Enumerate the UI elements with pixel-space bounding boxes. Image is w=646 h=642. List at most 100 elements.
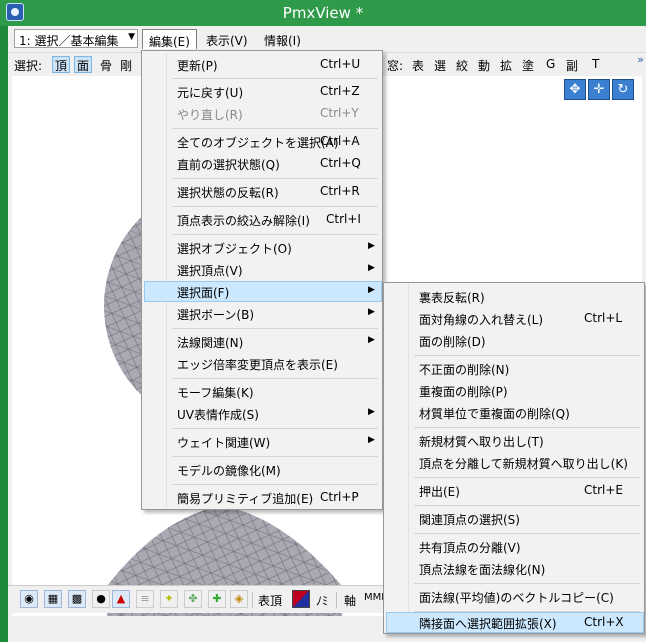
menu-item-label: 面法線(平均値)のベクトルコピー(C) [419, 591, 614, 605]
point-mode-icon[interactable]: ◉ [20, 590, 38, 608]
menu-separator [172, 378, 378, 379]
only-toggle[interactable]: ﾉﾐ [316, 592, 328, 609]
menu-item-label: 面の削除(D) [419, 335, 486, 349]
window-btn-group[interactable]: G [544, 56, 557, 73]
menu-info[interactable]: 情報(I) [258, 29, 307, 49]
menu-separator [414, 477, 640, 478]
menu-item-label: 材質単位で重複面の削除(Q) [419, 407, 570, 421]
menu-item-delete-duplicate-faces[interactable]: 重複面の削除(P) [386, 380, 642, 401]
menu-item-shortcut: Ctrl+Q [320, 156, 361, 170]
window-btn-sub[interactable]: 副 [564, 56, 580, 73]
show-vertex-toggle[interactable]: 表頂 [258, 592, 282, 609]
menu-item-redo[interactable]: やり直し(R) Ctrl+Y [144, 103, 380, 124]
menu-item-extrude[interactable]: 押出(E) Ctrl+E [386, 480, 642, 501]
rigid-display-icon[interactable]: ✤ [184, 590, 202, 608]
menu-item-selected-faces[interactable]: 選択面(F) ▶ [144, 281, 382, 302]
menu-item-copy-face-normal-vector[interactable]: 面法線(平均値)のベクトルコピー(C) [386, 586, 642, 607]
rotate-icon[interactable]: ↻ [612, 79, 634, 100]
toolbar-divider [252, 592, 253, 608]
select-bone-toggle[interactable]: 骨 [98, 56, 114, 73]
menu-item-add-primitive[interactable]: 簡易プリミティブ追加(E) Ctrl+P [144, 487, 380, 508]
select-label: 選択: [14, 59, 43, 73]
toolbar-overflow-icon[interactable]: » [637, 53, 644, 66]
menu-item-label: UV表情作成(S) [177, 408, 259, 422]
menu-item-refresh[interactable]: 更新(P) Ctrl+U [144, 54, 380, 75]
texture-display-icon[interactable]: ◈ [230, 590, 248, 608]
menu-item-shortcut: Ctrl+Z [320, 84, 360, 98]
menu-item-label: 面対角線の入れ替え(L) [419, 313, 544, 327]
menu-item-label: エッジ倍率変更頂点を表示(E) [177, 358, 338, 372]
menu-item-selected-bones[interactable]: 選択ボーン(B) ▶ [144, 303, 380, 324]
menu-item-invert-selection[interactable]: 選択状態の反転(R) Ctrl+R [144, 181, 380, 202]
select-rigid-toggle[interactable]: 剛 [118, 56, 134, 73]
menu-item-vertex-normal-to-face[interactable]: 頂点法線を面法線化(N) [386, 558, 642, 579]
toolbar-divider [336, 592, 337, 608]
joint-display-icon[interactable]: ✚ [208, 590, 226, 608]
menu-item-select-all[interactable]: 全てのオブジェクトを選択(A) Ctrl+A [144, 131, 380, 152]
menu-item-delete-faces[interactable]: 面の削除(D) [386, 330, 642, 351]
grid-mode-icon[interactable]: ▩ [68, 590, 86, 608]
menu-separator [172, 328, 378, 329]
menu-item-morph-edit[interactable]: モーフ編集(K) [144, 381, 380, 402]
menu-item-label: 選択状態の反転(R) [177, 186, 279, 200]
select-face-toggle[interactable]: 面 [74, 56, 93, 73]
submenu-arrow-icon: ▶ [368, 241, 375, 251]
window-btn-move[interactable]: 動 [476, 56, 492, 73]
menu-item-swap-diagonal[interactable]: 面対角線の入れ替え(L) Ctrl+L [386, 308, 642, 329]
bone-display-icon[interactable]: ✦ [160, 590, 178, 608]
menu-separator [172, 178, 378, 179]
color-swatch-icon[interactable] [292, 590, 310, 608]
submenu-arrow-icon: ▶ [368, 335, 375, 345]
menu-item-expand-to-adjacent-faces[interactable]: 隣接面へ選択範囲拡張(X) Ctrl+X [386, 612, 644, 633]
menu-separator [414, 533, 640, 534]
select-vertex-toggle[interactable]: 頂 [52, 56, 71, 73]
menu-item-label: 頂点表示の絞込み解除(I) [177, 214, 310, 228]
menu-item-shortcut: Ctrl+A [320, 134, 360, 148]
window-btn-morph[interactable]: 表 [410, 56, 426, 73]
menu-item-extract-new-material[interactable]: 新規材質へ取り出し(T) [386, 430, 642, 451]
window-btn-paint[interactable]: 塗 [520, 56, 536, 73]
window-btn-t[interactable]: T [590, 56, 601, 73]
menu-item-selected-vertices[interactable]: 選択頂点(V) ▶ [144, 259, 380, 280]
menu-item-weight[interactable]: ウェイト関連(W) ▶ [144, 431, 380, 452]
window-title: PmxView * [282, 4, 364, 22]
menu-item-label: モーフ編集(K) [177, 386, 254, 400]
menu-item-label: 選択面(F) [177, 286, 230, 300]
menu-item-shortcut: Ctrl+R [320, 184, 360, 198]
menu-item-delete-duplicates-per-material[interactable]: 材質単位で重複面の削除(Q) [386, 402, 642, 423]
menu-edit[interactable]: 編集(E) [142, 29, 197, 49]
triangle-icon[interactable]: ▲ [112, 590, 130, 608]
menu-item-selected-objects[interactable]: 選択オブジェクト(O) ▶ [144, 237, 380, 258]
menu-item-label: 裏表反転(R) [419, 291, 485, 305]
menu-item-label: 選択ボーン(B) [177, 308, 254, 322]
window-btn-scale[interactable]: 拡 [498, 56, 514, 73]
menu-item-split-extract-new-material[interactable]: 頂点を分離して新規材質へ取り出し(K) [386, 452, 642, 473]
menu-separator [172, 484, 378, 485]
menu-view[interactable]: 表示(V) [200, 29, 254, 49]
mode-select[interactable]: 1: 選択／基本編集 ▼ [14, 29, 138, 48]
menu-item-show-edge-vertices[interactable]: エッジ倍率変更頂点を表示(E) [144, 353, 380, 374]
dot-icon[interactable]: ● [92, 590, 110, 608]
menu-item-label: 隣接面へ選択範囲拡張(X) [419, 617, 557, 631]
menu-item-previous-selection[interactable]: 直前の選択状態(Q) Ctrl+Q [144, 153, 380, 174]
menu-item-flip-faces[interactable]: 裏表反転(R) [386, 286, 642, 307]
window-btn-filter[interactable]: 絞 [454, 56, 470, 73]
move-icon[interactable]: ✛ [588, 79, 610, 100]
axis-toggle[interactable]: 軸 [344, 592, 356, 609]
menu-item-undo[interactable]: 元に戻す(U) Ctrl+Z [144, 81, 380, 102]
menu-item-uv-morph[interactable]: UV表情作成(S) ▶ [144, 403, 380, 424]
wire-mode-icon[interactable]: ▦ [44, 590, 62, 608]
menu-item-select-related-vertices[interactable]: 関連頂点の選択(S) [386, 508, 642, 529]
pan-icon[interactable]: ✥ [564, 79, 586, 100]
menu-item-mirror-model[interactable]: モデルの鏡像化(M) [144, 459, 380, 480]
menu-item-label: 直前の選択状態(Q) [177, 158, 280, 172]
window-btn-select[interactable]: 選 [432, 56, 448, 73]
menu-item-clear-vertex-filter[interactable]: 頂点表示の絞込み解除(I) Ctrl+I [144, 209, 380, 230]
menu-item-delete-invalid-faces[interactable]: 不正面の削除(N) [386, 358, 642, 379]
menu-item-separate-shared-vertices[interactable]: 共有頂点の分離(V) [386, 536, 642, 557]
menu-item-label: 新規材質へ取り出し(T) [419, 435, 544, 449]
hatch-icon[interactable]: ≡ [136, 590, 154, 608]
menu-separator [414, 583, 640, 584]
menu-item-normals[interactable]: 法線関連(N) ▶ [144, 331, 380, 352]
menu-item-label: 選択オブジェクト(O) [177, 242, 292, 256]
